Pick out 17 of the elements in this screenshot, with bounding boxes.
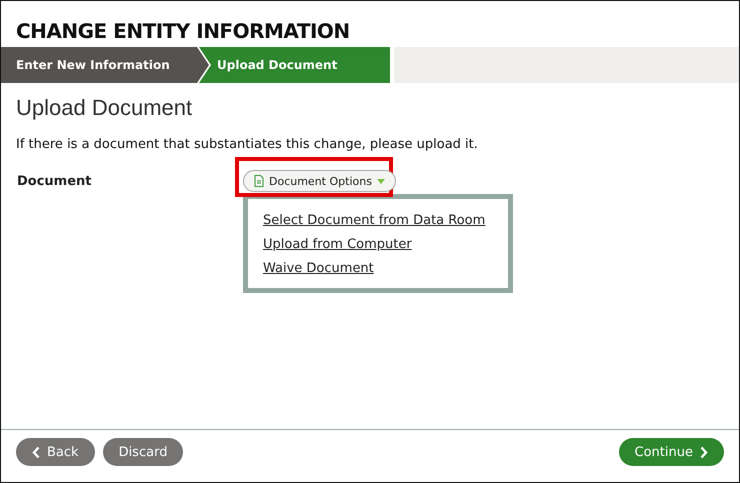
chevron-right-icon (700, 446, 708, 458)
field-label: Document (17, 174, 93, 191)
document-icon (254, 175, 264, 187)
instruction-text: If there is a document that substantiates this change, please upload it. (16, 137, 479, 152)
footer-button[interactable]: Back (16, 438, 95, 466)
footer-button[interactable]: Discard (102, 438, 184, 466)
caret-icon (376, 178, 385, 184)
menu-link[interactable]: Waive Document (263, 261, 374, 276)
continue-button[interactable]: Continue (618, 438, 724, 466)
step-tab[interactable]: Upload Document (199, 47, 390, 83)
page-title: CHANGE ENTITY INFORMATION (16, 18, 351, 45)
chevron-left-icon (32, 446, 40, 458)
document-options-button[interactable]: Document Options (243, 170, 396, 192)
step-tab[interactable]: Enter New Information (1, 47, 209, 83)
section-heading: Upload Document (16, 95, 194, 121)
menu-link[interactable]: Select Document from Data Room (263, 213, 486, 228)
menu-link[interactable]: Upload from Computer (263, 237, 412, 252)
